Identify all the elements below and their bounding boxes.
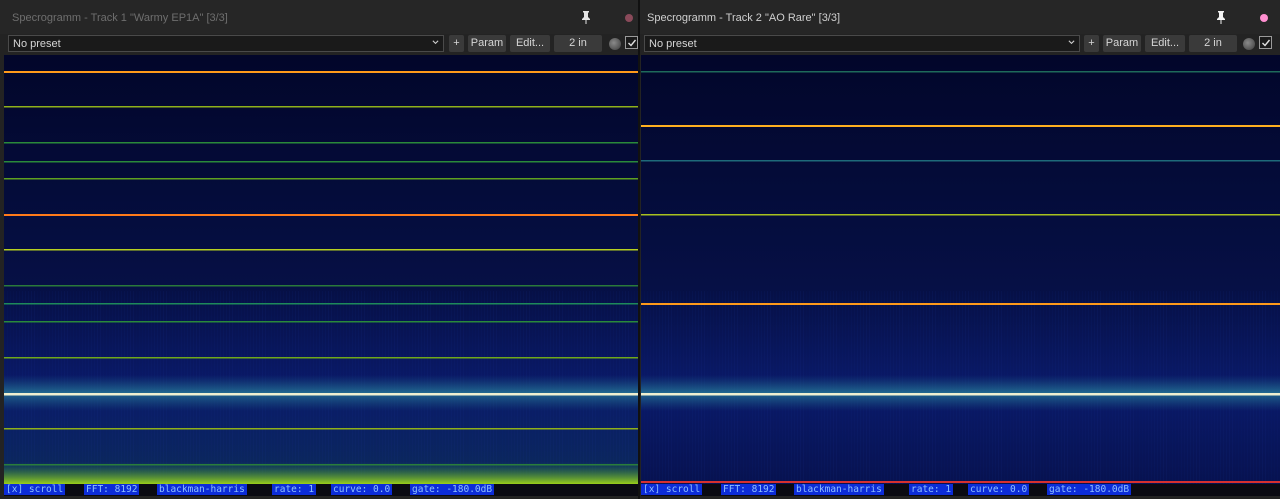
harmonic-line bbox=[641, 303, 1280, 305]
pin-icon[interactable] bbox=[1215, 10, 1227, 24]
low-frequency-band bbox=[4, 462, 638, 484]
preset-select[interactable]: No preset bbox=[8, 35, 444, 52]
status-dot-icon[interactable] bbox=[625, 14, 633, 22]
harmonic-line bbox=[641, 125, 1280, 127]
harmonic-line bbox=[4, 178, 638, 180]
mix-knob-icon[interactable] bbox=[609, 38, 621, 50]
checkmark-icon bbox=[1262, 39, 1271, 47]
spectrogram-window-track-1: Specrogramm - Track 1 "Warmy EP1A" [3/3]… bbox=[0, 0, 638, 499]
harmonic-line bbox=[4, 71, 638, 73]
chevron-down-icon bbox=[432, 40, 439, 45]
harmonic-line bbox=[4, 321, 638, 323]
bypass-checkbox[interactable] bbox=[1259, 36, 1272, 49]
preset-value: No preset bbox=[13, 38, 61, 50]
fft-size[interactable]: FFT: 8192 bbox=[84, 484, 140, 495]
harmonic-line bbox=[4, 161, 638, 163]
spectrogram-plot bbox=[4, 55, 638, 484]
edit-button[interactable]: Edit... bbox=[1145, 35, 1185, 52]
gate-value[interactable]: gate: -180.0dB bbox=[410, 484, 495, 495]
preset-select[interactable]: No preset bbox=[644, 35, 1080, 52]
window-title: Specrogramm - Track 2 "AO Rare" [3/3] bbox=[647, 12, 841, 24]
spectrogram-plot bbox=[641, 55, 1280, 484]
harmonic-line bbox=[4, 393, 638, 396]
mix-knob-icon[interactable] bbox=[1243, 38, 1255, 50]
spectrogram-background bbox=[4, 55, 638, 484]
window-title: Specrogramm - Track 1 "Warmy EP1A" [3/3] bbox=[12, 12, 228, 24]
fft-size[interactable]: FFT: 8192 bbox=[721, 484, 777, 495]
param-button[interactable]: Param bbox=[1103, 35, 1141, 52]
chevron-down-icon bbox=[1068, 40, 1075, 45]
harmonic-line bbox=[4, 285, 638, 287]
status-dot-icon[interactable] bbox=[1260, 14, 1268, 22]
harmonic-line bbox=[641, 160, 1280, 162]
rate-value[interactable]: rate: 1 bbox=[909, 484, 954, 495]
spectrogram-window-track-2: Specrogramm - Track 2 "AO Rare" [3/3] No… bbox=[640, 0, 1280, 499]
title-bar[interactable]: Specrogramm - Track 2 "AO Rare" [3/3] bbox=[640, 0, 1280, 34]
io-button[interactable]: 2 in bbox=[1189, 35, 1237, 52]
window-function[interactable]: blackman-harris bbox=[157, 484, 247, 495]
harmonic-line bbox=[4, 428, 638, 430]
harmonic-line bbox=[641, 393, 1280, 396]
param-button[interactable]: Param bbox=[468, 35, 506, 52]
spectrogram-canvas[interactable] bbox=[641, 55, 1280, 484]
scroll-toggle[interactable]: [x] scroll bbox=[4, 484, 66, 495]
checkmark-icon bbox=[628, 39, 637, 47]
status-bar: [x] scroll FFT: 8192 blackman-harris rat… bbox=[641, 484, 1280, 496]
spectrogram-canvas[interactable] bbox=[4, 55, 638, 484]
harmonic-line bbox=[4, 249, 638, 251]
gate-value[interactable]: gate: -180.0dB bbox=[1047, 484, 1132, 495]
edit-button[interactable]: Edit... bbox=[510, 35, 550, 52]
harmonic-line bbox=[4, 142, 638, 144]
status-bar: [x] scroll FFT: 8192 blackman-harris rat… bbox=[4, 484, 638, 496]
window-function[interactable]: blackman-harris bbox=[794, 484, 884, 495]
harmonic-line bbox=[641, 214, 1280, 216]
curve-value[interactable]: curve: 0.0 bbox=[331, 484, 393, 495]
io-button[interactable]: 2 in bbox=[554, 35, 602, 52]
bypass-checkbox[interactable] bbox=[625, 36, 638, 49]
scroll-toggle[interactable]: [x] scroll bbox=[641, 484, 703, 495]
rate-value[interactable]: rate: 1 bbox=[272, 484, 317, 495]
harmonic-line bbox=[4, 214, 638, 216]
playhead-line bbox=[641, 481, 1280, 483]
harmonic-line bbox=[4, 357, 638, 359]
title-bar[interactable]: Specrogramm - Track 1 "Warmy EP1A" [3/3] bbox=[0, 0, 638, 34]
harmonic-line bbox=[4, 106, 638, 108]
curve-value[interactable]: curve: 0.0 bbox=[968, 484, 1030, 495]
add-button[interactable]: + bbox=[1084, 35, 1099, 52]
pin-icon[interactable] bbox=[580, 10, 592, 24]
toolbar: No preset + Param Edit... 2 in bbox=[640, 34, 1280, 54]
preset-value: No preset bbox=[649, 38, 697, 50]
harmonic-line bbox=[4, 303, 638, 305]
toolbar: No preset + Param Edit... 2 in bbox=[0, 34, 638, 54]
harmonic-line bbox=[641, 71, 1280, 73]
add-button[interactable]: + bbox=[449, 35, 464, 52]
